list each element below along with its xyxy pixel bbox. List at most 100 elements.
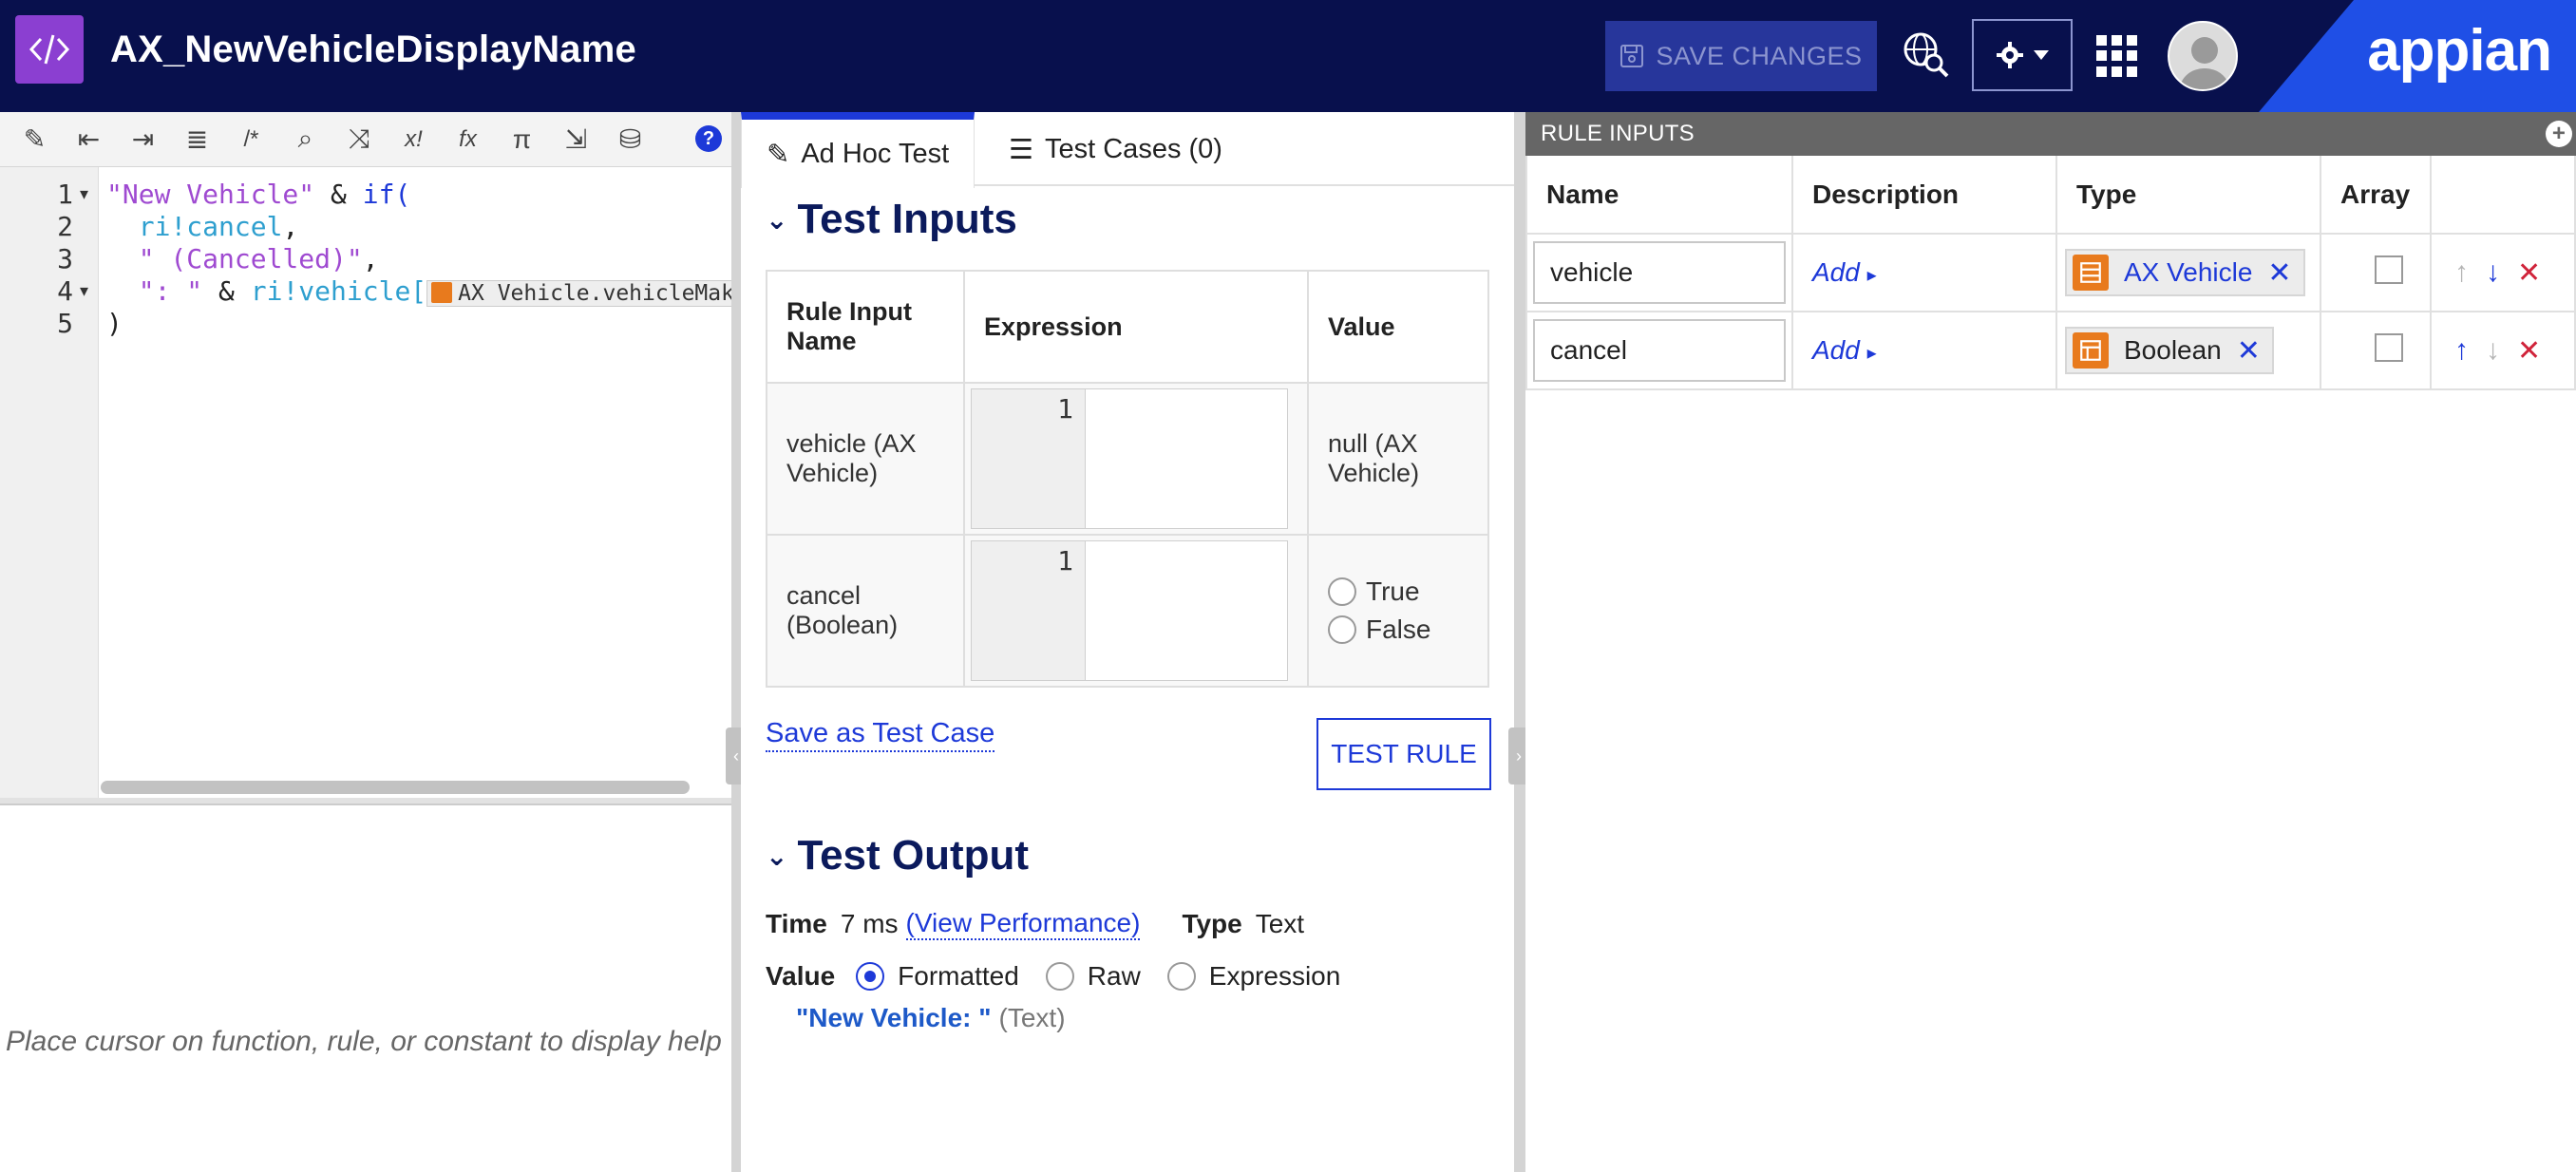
shuffle-icon[interactable]: ⤨ [332, 117, 387, 162]
test-inputs-table: Rule Input Name Expression Value vehicle… [766, 270, 1489, 688]
code-area[interactable]: "New Vehicle" & if( ri!cancel, " (Cancel… [106, 167, 731, 798]
code-token: ri!vehicle[ [250, 275, 427, 307]
rule-inputs-header: RULE INPUTS + [1525, 112, 2576, 156]
indent-icon[interactable]: ⇥ [116, 117, 170, 162]
boolean-type-icon [2073, 332, 2109, 369]
type-cell: AX Vehicle ✕ [2055, 233, 2321, 312]
array-checkbox[interactable] [2375, 255, 2403, 284]
radio-raw[interactable] [1045, 962, 1074, 991]
fold-arrow-icon[interactable]: ▾ [80, 281, 88, 301]
function-icon[interactable]: fx [441, 117, 495, 162]
delete-icon[interactable]: ✕ [2517, 256, 2541, 290]
pi-icon[interactable]: π [495, 117, 549, 162]
move-down-icon[interactable]: ↓ [2486, 256, 2500, 289]
add-description-link[interactable]: Add ▸ [1799, 335, 1877, 365]
radio-true[interactable]: True [1328, 577, 1468, 607]
caret-right-icon: ▸ [1866, 343, 1877, 364]
add-rule-input-icon[interactable]: + [2546, 121, 2572, 147]
code-line-2: ri!cancel, [106, 211, 299, 242]
help-icon[interactable]: ? [695, 125, 722, 152]
radio-formatted[interactable] [856, 962, 885, 991]
outdent-icon[interactable]: ⇤ [62, 117, 116, 162]
add-description-link[interactable]: Add ▸ [1799, 257, 1877, 287]
type-chip[interactable]: AX Vehicle ✕ [2065, 249, 2305, 296]
rule-input-name-field[interactable]: cancel [1533, 319, 1786, 382]
input-name: cancel (Boolean) [766, 534, 965, 688]
type-cell: Boolean ✕ [2055, 311, 2321, 390]
radio-circle[interactable] [1328, 577, 1356, 606]
settings-menu-button[interactable] [1972, 19, 2073, 91]
radio-label: False [1366, 614, 1431, 644]
remove-type-icon[interactable]: ✕ [2237, 334, 2261, 368]
expression-cell: 1 [963, 534, 1309, 688]
left-splitter[interactable]: ‹ [726, 112, 747, 1172]
value-label: Value [766, 961, 836, 991]
code-token: " (Cancelled)" [106, 243, 363, 274]
test-output-toggle[interactable]: ⌄ Test Output [766, 832, 1029, 879]
expression-gutter: 1 [972, 389, 1086, 528]
column-header: Description [1791, 156, 2057, 235]
remove-type-icon[interactable]: ✕ [2267, 256, 2291, 290]
output-result: "New Vehicle: " (Text) [796, 1003, 1066, 1033]
expression-input[interactable]: 1 [971, 388, 1288, 529]
test-tabs: ✎ Ad Hoc Test ☰ Test Cases (0) [741, 112, 1514, 188]
user-avatar[interactable] [2168, 21, 2238, 91]
name-cell: vehicle [1525, 233, 1793, 312]
format-icon[interactable]: ≣ [170, 117, 224, 162]
radio-label: Expression [1208, 961, 1341, 991]
gear-icon [1997, 42, 2023, 68]
input-value: null (AX Vehicle) [1307, 382, 1489, 536]
expression-input[interactable]: 1 [971, 540, 1288, 681]
save-changes-button[interactable]: SAVE CHANGES [1605, 21, 1877, 91]
column-header: Expression [963, 270, 1309, 384]
horizontal-scrollbar[interactable] [101, 781, 690, 794]
edit-icon: ✎ [767, 139, 790, 170]
database-icon[interactable]: ⛁ [603, 117, 657, 162]
input-name: vehicle (AX Vehicle) [766, 382, 965, 536]
save-as-test-case-link[interactable]: Save as Test Case [766, 716, 995, 752]
output-value-row: Value Formatted Raw Expression [766, 961, 1340, 992]
add-label: Add [1812, 335, 1860, 365]
magic-wand-icon[interactable]: ✎ [8, 117, 62, 162]
rule-input-name-field[interactable]: vehicle [1533, 241, 1786, 304]
export-icon[interactable]: ⇲ [549, 117, 603, 162]
editor-divider[interactable] [0, 798, 731, 805]
globe-search-icon[interactable] [1900, 28, 1953, 82]
radio-false[interactable]: False [1328, 614, 1468, 645]
move-up-icon[interactable]: ↑ [2454, 334, 2469, 367]
column-header: Value [1307, 270, 1489, 384]
test-inputs-toggle[interactable]: ⌄ Test Inputs [766, 196, 1017, 243]
caret-right-icon: ▸ [1866, 265, 1877, 286]
tab-ad-hoc-test[interactable]: ✎ Ad Hoc Test [741, 112, 975, 188]
list-icon: ☰ [1009, 134, 1033, 165]
type-chip[interactable]: Boolean ✕ [2065, 327, 2274, 374]
apps-grid-icon[interactable] [2096, 35, 2138, 77]
boolean-radio-group: True False [1307, 534, 1489, 688]
search-icon[interactable]: ⌕ [278, 117, 332, 162]
result-value: "New Vehicle: " [796, 1003, 992, 1032]
array-cell [2320, 311, 2432, 390]
right-splitter[interactable]: › [1508, 112, 1529, 1172]
table-row: vehicle (AX Vehicle) 1 null (AX Vehicle) [766, 382, 1489, 536]
line-number: 1 [1057, 393, 1073, 425]
line-number: 3 [57, 243, 73, 274]
radio-expression[interactable] [1166, 962, 1196, 991]
time-label: Time [766, 909, 827, 938]
test-rule-button[interactable]: TEST RULE [1316, 718, 1491, 790]
array-checkbox[interactable] [2375, 332, 2403, 362]
delete-icon[interactable]: ✕ [2517, 334, 2541, 368]
expression-gutter: 1 [972, 541, 1086, 680]
add-label: Add [1812, 257, 1860, 287]
rule-inputs-panel: RULE INPUTS + Name Description Type Arra… [1525, 112, 2576, 1172]
radio-circle[interactable] [1328, 615, 1356, 644]
code-token: , [362, 243, 379, 274]
appian-logo: appian [2367, 18, 2552, 84]
record-field-chip[interactable]: AX Vehicle.vehicleMake [426, 280, 731, 307]
fold-arrow-icon[interactable]: ▾ [80, 184, 88, 204]
column-header-actions [2430, 156, 2576, 235]
view-performance-link[interactable]: (View Performance) [905, 908, 1141, 940]
comment-icon[interactable]: /* [224, 117, 278, 162]
variable-icon[interactable]: x! [387, 117, 441, 162]
move-up-icon: ↑ [2454, 256, 2469, 288]
tab-test-cases[interactable]: ☰ Test Cases (0) [984, 112, 1247, 186]
